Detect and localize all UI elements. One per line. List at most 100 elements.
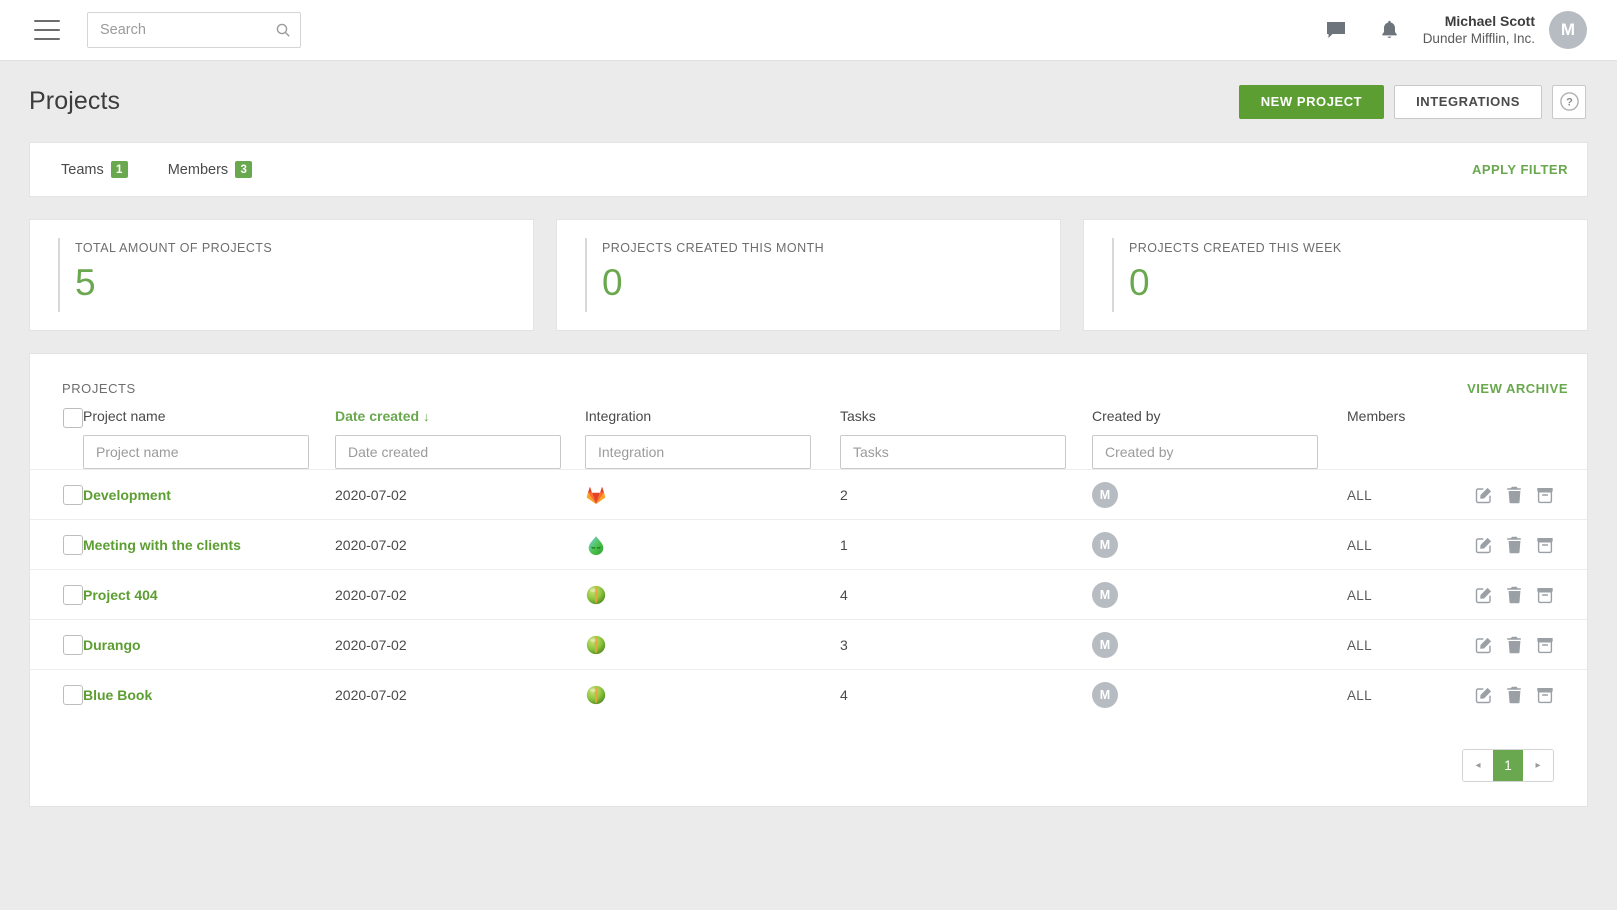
search-input[interactable] xyxy=(87,12,301,48)
cell-project-name: Project 404 xyxy=(83,570,335,620)
sphere-icon xyxy=(586,685,606,704)
cell-date-created: 2020-07-02 xyxy=(335,586,407,603)
table-row: Development 2020-07-02 2 M ALL xyxy=(30,469,1587,520)
avatar[interactable]: M xyxy=(1092,581,1118,608)
stat-cards: TOTAL AMOUNT OF PROJECTS 5 PROJECTS CREA… xyxy=(29,219,1588,331)
table-row: Project 404 2020-07-02 4 M ALL xyxy=(30,569,1587,620)
trash-icon[interactable] xyxy=(1506,686,1523,704)
project-name-link[interactable]: Blue Book xyxy=(83,687,152,703)
avatar[interactable]: M xyxy=(1092,631,1118,658)
cell-integration xyxy=(585,470,840,520)
page-header: Projects NEW PROJECT INTEGRATIONS ? xyxy=(0,61,1617,142)
trash-icon[interactable] xyxy=(1506,636,1523,654)
edit-icon[interactable] xyxy=(1475,536,1493,554)
members-value: ALL xyxy=(1347,537,1372,553)
pagination-prev-button[interactable]: ◂ xyxy=(1463,749,1493,781)
tab-teams[interactable]: Teams 1 xyxy=(61,161,128,178)
cell-project-name: Durango xyxy=(83,620,335,670)
column-date-created[interactable]: Date created ↓ xyxy=(335,402,585,470)
cell-integration xyxy=(585,570,840,620)
cell-date-created: 2020-07-02 xyxy=(335,636,407,653)
cell-created-by: M xyxy=(1092,620,1347,670)
project-name-link[interactable]: Development xyxy=(83,487,171,503)
column-created-by[interactable]: Created by xyxy=(1092,402,1347,470)
project-name-link[interactable]: Project 404 xyxy=(83,587,158,603)
row-checkbox[interactable] xyxy=(63,584,83,605)
column-label: Integration xyxy=(585,408,652,424)
filter-date-created[interactable] xyxy=(335,435,561,469)
trash-icon[interactable] xyxy=(1506,536,1523,554)
archive-icon[interactable] xyxy=(1536,686,1554,704)
stat-card-projects-this-week: PROJECTS CREATED THIS WEEK 0 xyxy=(1083,219,1588,331)
column-members: Members xyxy=(1347,402,1457,470)
stat-label: PROJECTS CREATED THIS WEEK xyxy=(1129,241,1342,255)
user-org: Dunder Mifflin, Inc. xyxy=(1422,31,1535,47)
cell-actions xyxy=(1457,670,1587,720)
cell-created-by: M xyxy=(1092,470,1347,520)
row-checkbox[interactable] xyxy=(63,634,83,655)
bell-icon[interactable] xyxy=(1363,10,1417,50)
column-tasks[interactable]: Tasks xyxy=(840,402,1092,470)
row-select-cell xyxy=(30,620,83,670)
stat-label: TOTAL AMOUNT OF PROJECTS xyxy=(75,241,273,255)
new-project-button[interactable]: NEW PROJECT xyxy=(1238,84,1385,119)
table-row: Blue Book 2020-07-02 4 M ALL xyxy=(30,669,1587,720)
edit-icon[interactable] xyxy=(1475,686,1493,704)
filter-tasks[interactable] xyxy=(840,435,1066,469)
filter-integration[interactable] xyxy=(585,435,811,469)
pagination-page-1[interactable]: 1 xyxy=(1493,749,1523,781)
archive-icon[interactable] xyxy=(1536,586,1554,604)
view-archive-button[interactable]: VIEW ARCHIVE xyxy=(1467,381,1568,396)
projects-panel-header: PROJECTS VIEW ARCHIVE xyxy=(30,354,1587,402)
row-checkbox[interactable] xyxy=(63,684,83,705)
avatar[interactable]: M xyxy=(1549,11,1587,49)
chat-bubble-icon[interactable] xyxy=(1309,10,1363,50)
user-menu[interactable]: Michael Scott Dunder Mifflin, Inc. M xyxy=(1423,11,1587,49)
edit-icon[interactable] xyxy=(1475,486,1493,504)
edit-icon[interactable] xyxy=(1475,636,1493,654)
column-label: Created by xyxy=(1092,408,1161,424)
column-label: Project name xyxy=(83,408,166,424)
cell-tasks: 1 xyxy=(840,536,848,553)
search-box[interactable] xyxy=(87,12,301,48)
page-content: Teams 1 Members 3 APPLY FILTER TOTAL AMO… xyxy=(0,142,1617,807)
avatar[interactable]: M xyxy=(1092,531,1118,558)
user-text: Michael Scott Dunder Mifflin, Inc. xyxy=(1423,12,1535,48)
archive-icon[interactable] xyxy=(1536,486,1554,504)
archive-icon[interactable] xyxy=(1536,536,1554,554)
archive-icon[interactable] xyxy=(1536,636,1554,654)
column-project-name[interactable]: Project name xyxy=(83,402,335,470)
column-integration[interactable]: Integration xyxy=(585,402,840,470)
edit-icon[interactable] xyxy=(1475,586,1493,604)
select-all-cell xyxy=(30,402,83,470)
tab-members[interactable]: Members 3 xyxy=(168,161,253,178)
row-select-cell xyxy=(30,470,83,520)
row-select-cell xyxy=(30,520,83,570)
cell-tasks: 2 xyxy=(840,486,848,503)
row-select-cell xyxy=(30,570,83,620)
hamburger-icon[interactable] xyxy=(34,20,60,40)
row-checkbox[interactable] xyxy=(63,484,83,505)
sphere-icon xyxy=(586,635,606,654)
trash-icon[interactable] xyxy=(1506,486,1523,504)
projects-table: Project name Date created↓ Integration T… xyxy=(30,402,1587,720)
row-actions xyxy=(1457,686,1587,704)
pagination-next-button[interactable]: ▸ xyxy=(1523,749,1553,781)
filter-project-name[interactable] xyxy=(83,435,309,469)
avatar[interactable]: M xyxy=(1092,681,1118,708)
avatar[interactable]: M xyxy=(1092,481,1118,508)
tab-teams-label: Teams xyxy=(61,161,104,178)
page-header-actions: NEW PROJECT INTEGRATIONS ? xyxy=(1238,84,1586,119)
row-checkbox[interactable] xyxy=(63,534,83,555)
cell-integration xyxy=(585,670,840,720)
project-name-link[interactable]: Durango xyxy=(83,637,141,653)
select-all-checkbox[interactable] xyxy=(63,408,83,428)
trash-icon[interactable] xyxy=(1506,586,1523,604)
integrations-button[interactable]: INTEGRATIONS xyxy=(1394,84,1542,119)
filter-created-by[interactable] xyxy=(1092,435,1318,469)
cell-members: ALL xyxy=(1347,670,1457,720)
apply-filter-button[interactable]: APPLY FILTER xyxy=(1472,162,1568,177)
project-name-link[interactable]: Meeting with the clients xyxy=(83,537,241,553)
help-button[interactable]: ? xyxy=(1552,84,1586,119)
row-actions xyxy=(1457,486,1587,504)
